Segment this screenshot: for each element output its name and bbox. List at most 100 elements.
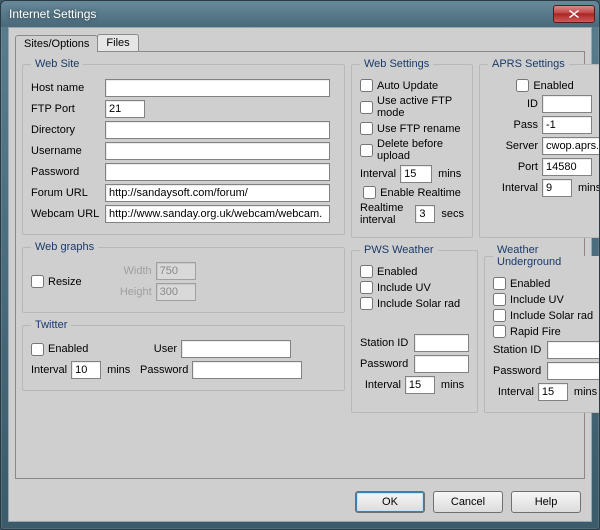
- twitter-interval-input[interactable]: [71, 361, 101, 379]
- ftp-port-input[interactable]: [105, 100, 145, 118]
- label-username: Username: [31, 145, 101, 157]
- delete-before-checkbox-label[interactable]: Delete before upload: [360, 138, 464, 162]
- resize-checkbox[interactable]: [31, 275, 44, 288]
- aprs-interval-input[interactable]: [542, 179, 572, 197]
- auto-update-checkbox-label[interactable]: Auto Update: [360, 79, 438, 92]
- wu-uv-checkbox[interactable]: [493, 293, 506, 306]
- height-input: [156, 283, 196, 301]
- hostname-input[interactable]: [105, 79, 330, 97]
- wu-enabled-checkbox-label[interactable]: Enabled: [493, 277, 550, 290]
- aprs-port-input[interactable]: [542, 158, 592, 176]
- tab-sites-options[interactable]: Sites/Options: [15, 35, 98, 52]
- label-realtime-secs: secs: [441, 208, 464, 220]
- wu-rapid-checkbox[interactable]: [493, 325, 506, 338]
- group-web-graphs: Web graphs Resize Width Height: [22, 241, 345, 313]
- active-ftp-checkbox-label[interactable]: Use active FTP mode: [360, 95, 464, 119]
- label-directory: Directory: [31, 124, 101, 136]
- aprs-enabled-checkbox-label[interactable]: Enabled: [516, 79, 573, 92]
- legend-aprs: APRS Settings: [488, 58, 569, 70]
- aprs-id-input[interactable]: [542, 95, 592, 113]
- realtime-interval-input[interactable]: [415, 205, 435, 223]
- ok-button[interactable]: OK: [355, 491, 425, 513]
- pws-interval-input[interactable]: [405, 376, 435, 394]
- label-wu-interval: Interval: [498, 386, 534, 398]
- pws-enabled-checkbox-label[interactable]: Enabled: [360, 265, 417, 278]
- cancel-button[interactable]: Cancel: [433, 491, 503, 513]
- label-twitter-password: Password: [136, 364, 188, 376]
- group-web-site: Web Site Host name FTP Port Directory Us…: [22, 58, 345, 235]
- label-aprs-id: ID: [488, 98, 538, 110]
- webcam-url-input[interactable]: [105, 205, 330, 223]
- label-twitter-interval: Interval: [31, 364, 67, 376]
- pws-station-input[interactable]: [414, 334, 469, 352]
- aprs-pass-input[interactable]: [542, 116, 592, 134]
- legend-pws: PWS Weather: [360, 244, 438, 256]
- wu-rapid-checkbox-label[interactable]: Rapid Fire: [493, 325, 561, 338]
- dialog-buttons: OK Cancel Help: [355, 491, 581, 513]
- label-aprs-port: Port: [488, 161, 538, 173]
- client-area: Sites/Options Files Web Site Host name F…: [8, 27, 592, 522]
- legend-web-site: Web Site: [31, 58, 83, 70]
- tab-strip: Sites/Options Files: [15, 34, 138, 51]
- label-aprs-mins: mins: [578, 182, 600, 194]
- window: Internet Settings Sites/Options Files We…: [0, 0, 600, 530]
- pws-solar-checkbox[interactable]: [360, 297, 373, 310]
- directory-input[interactable]: [105, 121, 330, 139]
- titlebar[interactable]: Internet Settings: [1, 1, 599, 27]
- label-forum-url: Forum URL: [31, 187, 101, 199]
- auto-update-checkbox[interactable]: [360, 79, 373, 92]
- pws-password-input[interactable]: [414, 355, 469, 373]
- active-ftp-checkbox[interactable]: [360, 101, 373, 114]
- delete-before-checkbox[interactable]: [360, 144, 373, 157]
- wu-interval-input[interactable]: [538, 383, 568, 401]
- label-aprs-interval: Interval: [488, 182, 538, 194]
- wu-station-input[interactable]: [547, 341, 600, 359]
- label-ws-mins: mins: [438, 168, 461, 180]
- twitter-enabled-checkbox-label[interactable]: Enabled: [31, 343, 121, 356]
- forum-url-input[interactable]: [105, 184, 330, 202]
- ftp-rename-checkbox-label[interactable]: Use FTP rename: [360, 122, 461, 135]
- twitter-password-input[interactable]: [192, 361, 302, 379]
- label-pws-interval: Interval: [365, 379, 401, 391]
- close-button[interactable]: [553, 5, 595, 23]
- ws-interval-input[interactable]: [400, 165, 432, 183]
- wu-password-input[interactable]: [547, 362, 600, 380]
- twitter-enabled-checkbox[interactable]: [31, 343, 44, 356]
- wu-solar-checkbox-label[interactable]: Include Solar rad: [493, 309, 593, 322]
- pws-uv-checkbox-label[interactable]: Include UV: [360, 281, 431, 294]
- legend-twitter: Twitter: [31, 319, 71, 331]
- resize-checkbox-label[interactable]: Resize: [31, 259, 82, 304]
- legend-web-settings: Web Settings: [360, 58, 433, 70]
- help-button[interactable]: Help: [511, 491, 581, 513]
- username-input[interactable]: [105, 142, 330, 160]
- label-width: Width: [112, 265, 152, 277]
- tab-panel-sites-options: Web Site Host name FTP Port Directory Us…: [15, 51, 585, 479]
- ftp-rename-checkbox[interactable]: [360, 122, 373, 135]
- width-input: [156, 262, 196, 280]
- pws-enabled-checkbox[interactable]: [360, 265, 373, 278]
- tab-files[interactable]: Files: [97, 34, 138, 51]
- enable-realtime-checkbox[interactable]: [363, 186, 376, 199]
- label-wu-mins: mins: [574, 386, 597, 398]
- label-realtime-interval: Realtime interval: [360, 202, 411, 226]
- group-twitter: Twitter Enabled User Interval mins Passw…: [22, 319, 345, 391]
- label-hostname: Host name: [31, 82, 101, 94]
- twitter-user-input[interactable]: [181, 340, 291, 358]
- label-wu-station: Station ID: [493, 344, 543, 356]
- pws-solar-checkbox-label[interactable]: Include Solar rad: [360, 297, 460, 310]
- enable-realtime-checkbox-label[interactable]: Enable Realtime: [363, 186, 461, 199]
- wu-enabled-checkbox[interactable]: [493, 277, 506, 290]
- label-pws-station: Station ID: [360, 337, 410, 349]
- label-aprs-server: Server: [488, 140, 538, 152]
- aprs-enabled-checkbox[interactable]: [516, 79, 529, 92]
- legend-wu: Weather Underground: [493, 244, 600, 268]
- label-height: Height: [112, 286, 152, 298]
- label-pws-password: Password: [360, 358, 410, 370]
- group-web-settings: Web Settings Auto Update Use active FTP …: [351, 58, 473, 238]
- pws-uv-checkbox[interactable]: [360, 281, 373, 294]
- password-input[interactable]: [105, 163, 330, 181]
- wu-uv-checkbox-label[interactable]: Include UV: [493, 293, 564, 306]
- aprs-server-input[interactable]: [542, 137, 600, 155]
- label-twitter-mins: mins: [107, 364, 130, 376]
- wu-solar-checkbox[interactable]: [493, 309, 506, 322]
